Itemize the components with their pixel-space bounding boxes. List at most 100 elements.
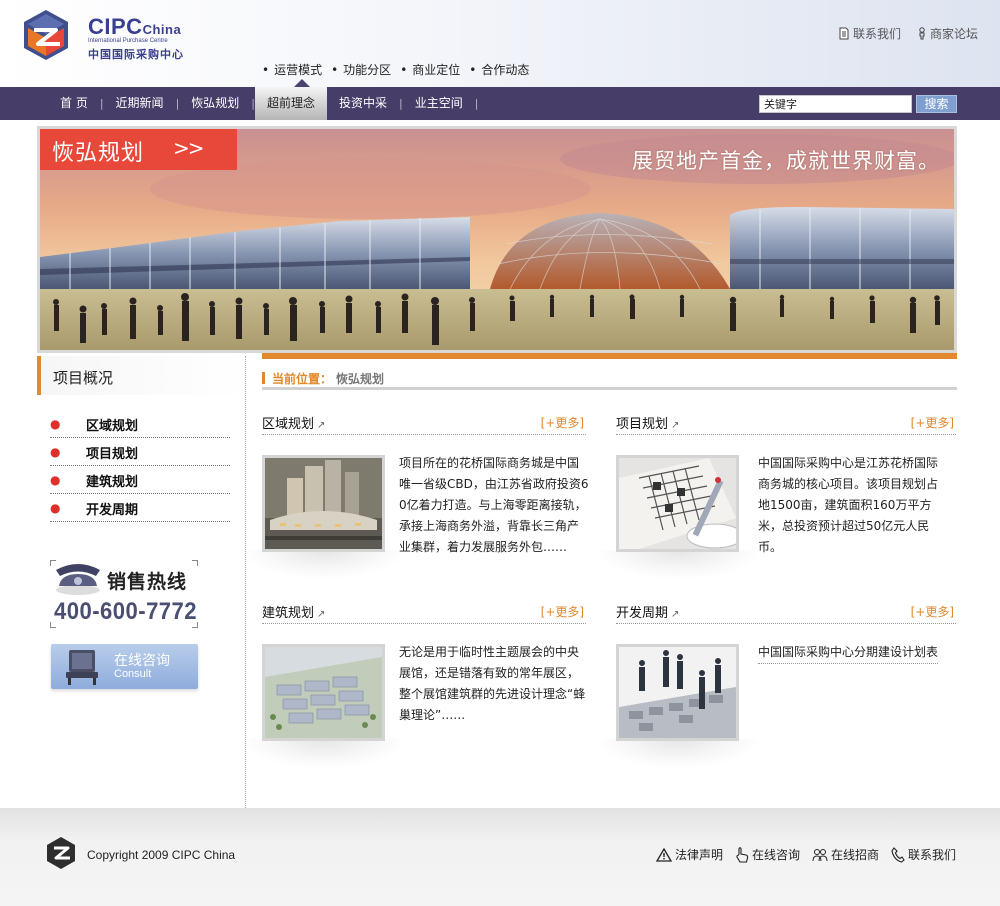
breadcrumb-current[interactable]: 恢弘规划 (336, 370, 384, 387)
more-link[interactable]: [+更多] (911, 414, 954, 431)
corner-mark (192, 560, 198, 566)
subnav-item[interactable]: 运营模式 (262, 61, 322, 78)
banner: 恢弘规划 >> 展贸地产首金，成就世界财富。 (37, 126, 957, 353)
search-button[interactable]: 搜索 (916, 95, 957, 113)
section-thumbnail[interactable] (262, 644, 385, 741)
thumb-shadow (594, 550, 762, 580)
footer-link-contact[interactable]: 联系我们 (891, 846, 956, 863)
hand-pointer-icon (736, 846, 749, 863)
section-title-link[interactable]: 开发周期 ↗ (616, 602, 679, 621)
double-chevron-icon: >> (173, 136, 204, 160)
sidebar-item-regional[interactable]: ● 区域规划 (50, 410, 230, 438)
toplink-contact-label: 联系我们 (852, 27, 901, 41)
section-header: 区域规划 ↗ [+更多] (262, 409, 586, 435)
brand-name: CIPCChina (88, 14, 182, 39)
footer-link-consult[interactable]: 在线咨询 (735, 846, 800, 863)
nav-item-owner[interactable]: 业主空间 (403, 87, 475, 120)
footer-link-invest[interactable]: 在线招商 (812, 846, 879, 863)
bullet-icon: ● (50, 501, 61, 515)
section-header: 项目规划 ↗ [+更多] (616, 409, 956, 435)
subnav-item[interactable]: 商业定位 (400, 61, 460, 78)
nav-item-concept[interactable]: 超前理念 (255, 87, 328, 120)
footer: Copyright 2009 CIPC China 法律声明 在线咨询 在线招商… (0, 808, 1000, 906)
content-top-bar (262, 353, 957, 359)
subnav-item[interactable]: 功能分区 (331, 61, 391, 78)
sidebar-menu: ● 区域规划 ● 项目规划 ● 建筑规划 ● 开发周期 (50, 410, 230, 522)
arrow-icon: ↗ (671, 420, 680, 431)
bullet-icon: ● (50, 473, 61, 487)
brand-subtitle: International Purchase Centre (88, 38, 168, 44)
nav-item-planning[interactable]: 恢弘规划 (179, 87, 251, 120)
bullet-icon: ● (50, 417, 61, 431)
copyright-text: Copyright 2009 CIPC China (87, 848, 236, 862)
people-icon (812, 848, 828, 861)
section-thumbnail[interactable] (616, 644, 739, 741)
sidebar-item-label: 建筑规划 (86, 475, 139, 490)
toplink-forum[interactable]: 商家论坛 (917, 25, 978, 42)
section-header: 开发周期 ↗ [+更多] (616, 598, 956, 624)
subnav-caret-icon (294, 79, 310, 87)
sidebar-item-schedule[interactable]: ● 开发周期 (50, 494, 230, 522)
logo[interactable]: CIPCChina International Purchase Centre … (20, 8, 200, 64)
top-links: 联系我们 商家论坛 (838, 25, 978, 42)
section-description: 中国国际采购中心是江苏花桥国际商务城的核心项目。该项目规划占地1500亩，建筑面… (758, 456, 939, 554)
section-title-link[interactable]: 区域规划 ↗ (262, 413, 325, 432)
online-consult-button[interactable]: 在线咨询 Consult (51, 644, 198, 689)
sales-hotline: 销售热线 400-600-7772 (50, 560, 198, 628)
nav-separator: | (474, 97, 479, 110)
sidebar-item-project[interactable]: ● 项目规划 (50, 438, 230, 466)
section-description: 项目所在的花桥国际商务城是中国唯一省级CBD，由江苏省政府投资60亿着力打造。与… (399, 456, 589, 554)
banner-slogan: 展贸地产首金，成就世界财富。 (632, 149, 940, 173)
chair-icon (66, 650, 98, 685)
section-regional: 区域规划 ↗ [+更多] 项目所在的花桥国际商务城是中国唯一省级CBD，由江苏省政… (240, 409, 589, 580)
bullet-icon: ● (50, 445, 61, 459)
footer-link-label: 在线招商 (830, 848, 879, 862)
arrow-icon: ↗ (317, 609, 326, 620)
sidebar-item-label: 区域规划 (86, 419, 139, 434)
breadcrumb-marker (262, 372, 265, 384)
more-link[interactable]: [+更多] (911, 603, 954, 620)
nav-item-invest[interactable]: 投资中采 (327, 87, 399, 120)
aerial-city-image (265, 458, 382, 549)
nav-items: 首 页 | 近期新闻 | 恢弘规划 | 超前理念 投资中采 | 业主空间 | (48, 87, 479, 120)
cipc-logo-icon (24, 10, 68, 60)
sidebar-item-label: 项目规划 (86, 447, 139, 462)
subnav-item[interactable]: 合作动态 (469, 61, 529, 78)
schedule-table-link[interactable]: 中国国际采购中心分期建设计划表 (758, 642, 939, 664)
nav-item-home[interactable]: 首 页 (48, 87, 100, 120)
toplink-contact[interactable]: 联系我们 (838, 25, 901, 42)
warning-icon (655, 847, 672, 862)
section-architecture: 建筑规划 ↗ [+更多] 无论是用于临时性主题展会的中央展馆，还是错落有致的常年展… (240, 598, 586, 769)
thumb-shadow (240, 550, 408, 580)
newspaper-pen-image (619, 458, 736, 549)
hotline-title: 销售热线 (107, 571, 188, 593)
toplink-forum-label: 商家论坛 (929, 27, 978, 41)
banner-tag: 恢弘规划 >> (40, 129, 237, 170)
section-thumbnail[interactable] (616, 455, 739, 552)
footer-link-legal[interactable]: 法律声明 (655, 846, 723, 863)
sidebar-item-architecture[interactable]: ● 建筑规划 (50, 466, 230, 494)
section-project: 项目规划 ↗ [+更多] 中国国际采购中心是江苏花桥国际商务城的核心项目。该项目规… (594, 409, 956, 580)
section-title-link[interactable]: 项目规划 ↗ (616, 413, 679, 432)
brand-name-cn: 中国国际采购中心 (88, 48, 184, 61)
sidebar-title: 项目概况 (53, 369, 114, 387)
consult-label-en: Consult (114, 668, 152, 680)
footer-link-label: 联系我们 (907, 848, 956, 862)
document-icon (839, 27, 849, 40)
banner-tag-label: 恢弘规划 (52, 141, 145, 166)
search-input[interactable] (759, 95, 912, 113)
thumb-shadow (594, 739, 762, 769)
header: CIPCChina International Purchase Centre … (0, 0, 1000, 87)
section-description: 无论是用于临时性主题展会的中央展馆，还是错落有致的常年展区，整个展馆建筑群的先进… (399, 645, 586, 722)
nav-item-news[interactable]: 近期新闻 (104, 87, 176, 120)
hotline-number: 400-600-7772 (54, 598, 198, 625)
footer-link-label: 法律声明 (674, 848, 723, 862)
exhibition-complex-image (265, 647, 382, 738)
section-title-link[interactable]: 建筑规划 ↗ (262, 602, 325, 621)
thumb-shadow (240, 739, 408, 769)
telephone-icon (56, 564, 100, 595)
more-link[interactable]: [+更多] (541, 414, 584, 431)
more-link[interactable]: [+更多] (541, 603, 584, 620)
sidebar-header: 项目概况 (37, 356, 247, 395)
section-thumbnail[interactable] (262, 455, 385, 552)
